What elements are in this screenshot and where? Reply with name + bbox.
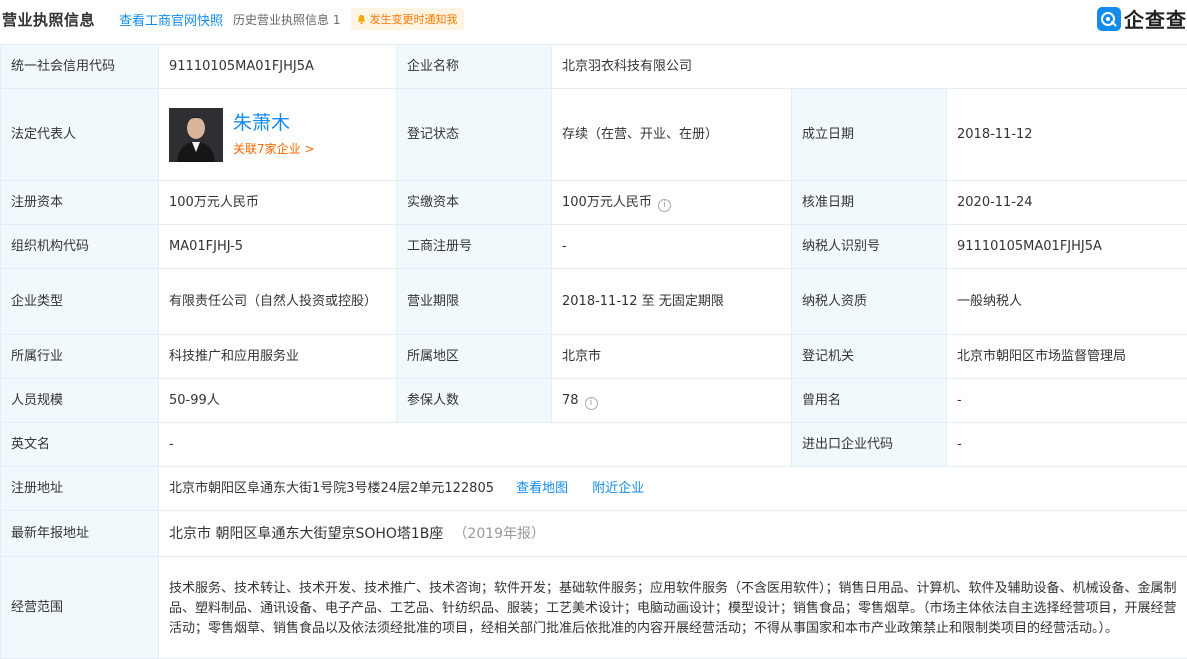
table-row: 经营范围 技术服务、技术转让、技术开发、技术推广、技术咨询；软件开发；基础软件服… [0, 556, 1187, 659]
biz-scope-value: 技术服务、技术转让、技术开发、技术推广、技术咨询；软件开发；基础软件服务；应用软… [157, 556, 1187, 659]
taxpayer-qual-value: 一般纳税人 [945, 268, 1187, 335]
company-name-label: 企业名称 [396, 44, 552, 89]
reg-authority-label: 登记机关 [791, 334, 947, 379]
reg-status-label: 登记状态 [396, 88, 552, 181]
table-row: 统一社会信用代码 91110105MA01FJHJ5A 企业名称 北京羽衣科技有… [0, 44, 1187, 89]
paid-capital-value: 100万元人民币 [562, 194, 652, 210]
insured-label: 参保人数 [396, 378, 552, 423]
english-name-value: - [158, 422, 792, 467]
biz-term-value: 2018-11-12 至 无固定期限 [551, 268, 792, 335]
bell-icon [357, 14, 365, 24]
staff-size-value: 50-99人 [158, 378, 397, 423]
org-code-value: MA01FJHJ-5 [158, 224, 397, 269]
logo-text: 企查查 [1124, 8, 1187, 32]
paid-capital-label: 实缴资本 [396, 180, 552, 225]
org-code-label: 组织机构代码 [0, 224, 159, 269]
info-icon[interactable]: i [657, 198, 671, 212]
license-info-table: 统一社会信用代码 91110105MA01FJHJ5A 企业名称 北京羽衣科技有… [0, 44, 1187, 659]
founded-value: 2018-11-12 [945, 88, 1187, 181]
history-count: 1 [332, 12, 341, 27]
industry-label: 所属行业 [0, 334, 159, 379]
taxpayer-qual-label: 纳税人资质 [791, 268, 947, 335]
table-row: 注册地址 北京市朝阳区阜通东大街1号院3号楼24层2单元122805 查看地图 … [0, 466, 1187, 511]
staff-size-label: 人员规模 [0, 378, 159, 423]
snapshot-link[interactable]: 查看工商官网快照 [119, 10, 223, 29]
company-name-value: 北京羽衣科技有限公司 [550, 44, 1187, 89]
history-license-link[interactable]: 历史营业执照信息 1 [233, 11, 340, 28]
region-label: 所属地区 [396, 334, 552, 379]
taxpayer-id-value: 91110105MA01FJHJ5A [945, 224, 1187, 269]
qichacha-logo-icon [1097, 6, 1121, 31]
table-row: 组织机构代码 MA01FJHJ-5 工商注册号 - 纳税人识别号 9111010… [0, 224, 1187, 269]
history-label: 历史营业执照信息 [233, 12, 330, 27]
section-header: 营业执照信息 查看工商官网快照 历史营业执照信息 1 发生变更时通知我 企查查 [0, 0, 1187, 38]
reg-status-value: 存续（在营、开业、在册） [551, 88, 792, 181]
insured-value: 78 [562, 392, 579, 408]
english-name-label: 英文名 [0, 422, 159, 467]
paid-capital-cell: 100万元人民币 i [551, 180, 792, 225]
company-type-label: 企业类型 [0, 268, 159, 335]
table-row: 企业类型 有限责任公司（自然人投资或控股） 营业期限 2018-11-12 至 … [0, 268, 1187, 335]
reg-authority-value: 北京市朝阳区市场监督管理局 [945, 334, 1187, 379]
biz-reg-no-label: 工商注册号 [396, 224, 552, 269]
annual-address-value: 北京市 朝阳区阜通东大街望京SOHO塔1B座 [169, 525, 444, 542]
info-icon[interactable]: i [584, 396, 598, 410]
reg-address-cell: 北京市朝阳区阜通东大街1号院3号楼24层2单元122805 查看地图 附近企业 [157, 466, 1187, 511]
reg-address-value: 北京市朝阳区阜通东大街1号院3号楼24层2单元122805 [169, 480, 494, 496]
table-row: 法定代表人 朱萧木 关联7家企业 > 登记状态 存续（在营、开业、在册） 成立日… [0, 88, 1187, 181]
legal-rep-name-link[interactable]: 朱萧木 [233, 111, 315, 135]
approved-date-label: 核准日期 [791, 180, 947, 225]
annual-address-label: 最新年报地址 [0, 510, 159, 557]
approved-date-value: 2020-11-24 [945, 180, 1187, 225]
annual-report-year: （2019年报） [453, 525, 546, 542]
region-value: 北京市 [551, 334, 792, 379]
reg-capital-value: 100万元人民币 [158, 180, 397, 225]
table-row: 最新年报地址 北京市 朝阳区阜通东大街望京SOHO塔1B座 （2019年报） [0, 510, 1187, 557]
industry-value: 科技推广和应用服务业 [158, 334, 397, 379]
legal-rep-avatar[interactable] [169, 107, 223, 162]
section-title: 营业执照信息 [2, 10, 96, 29]
table-row: 英文名 - 进出口企业代码 - [0, 422, 1187, 467]
biz-reg-no-value: - [551, 224, 792, 269]
reg-address-label: 注册地址 [0, 466, 159, 511]
nearby-companies-link[interactable]: 附近企业 [592, 481, 644, 496]
legal-rep-label: 法定代表人 [0, 88, 159, 181]
biz-term-label: 营业期限 [396, 268, 552, 335]
annual-address-cell: 北京市 朝阳区阜通东大街望京SOHO塔1B座 （2019年报） [157, 510, 1187, 557]
table-row: 注册资本 100万元人民币 实缴资本 100万元人民币 i 核准日期 2020-1… [0, 180, 1187, 225]
credit-code-label: 统一社会信用代码 [0, 44, 159, 89]
former-name-value: - [945, 378, 1187, 423]
biz-scope-label: 经营范围 [0, 556, 159, 659]
table-row: 人员规模 50-99人 参保人数 78 i 曾用名 - [0, 378, 1187, 423]
notify-label: 发生变更时通知我 [369, 13, 458, 26]
founded-label: 成立日期 [791, 88, 947, 181]
qichacha-logo: 企查查 [1097, 4, 1187, 33]
company-type-value: 有限责任公司（自然人投资或控股） [158, 268, 397, 335]
table-row: 所属行业 科技推广和应用服务业 所属地区 北京市 登记机关 北京市朝阳区市场监督… [0, 334, 1187, 379]
related-companies-link[interactable]: 关联7家企业 > [233, 139, 315, 159]
taxpayer-id-label: 纳税人识别号 [791, 224, 947, 269]
insured-cell: 78 i [551, 378, 792, 423]
reg-capital-label: 注册资本 [0, 180, 159, 225]
former-name-label: 曾用名 [791, 378, 947, 423]
credit-code-value: 91110105MA01FJHJ5A [158, 44, 397, 89]
import-export-label: 进出口企业代码 [791, 422, 947, 467]
import-export-value: - [945, 422, 1187, 467]
notify-change-button[interactable]: 发生变更时通知我 [350, 8, 464, 30]
view-map-link[interactable]: 查看地图 [516, 481, 568, 496]
legal-rep-cell: 朱萧木 关联7家企业 > [158, 88, 397, 181]
